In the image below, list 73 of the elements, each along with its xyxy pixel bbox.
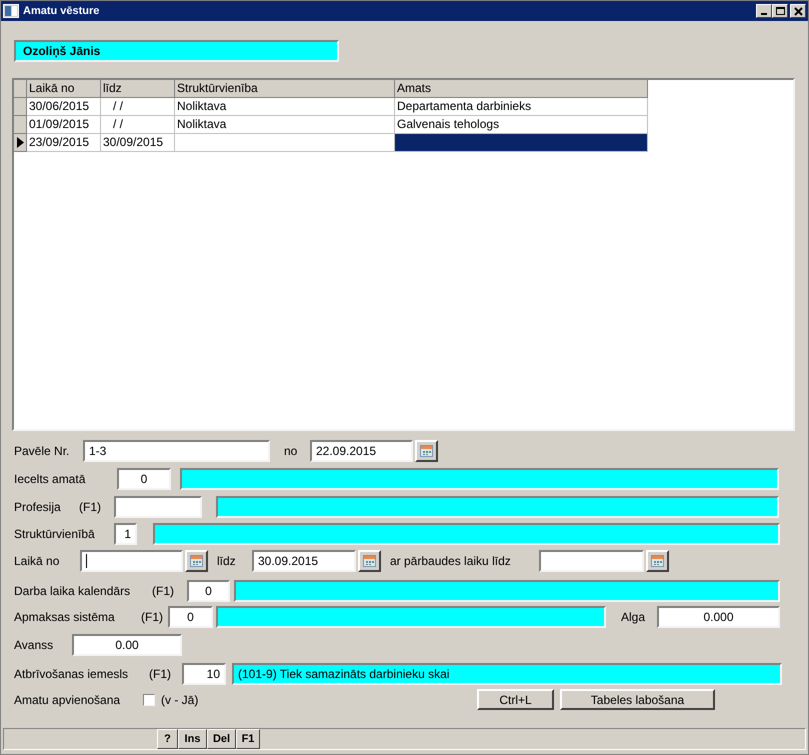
close-button[interactable] [790,4,806,18]
calendar-icon [420,444,433,456]
action-button[interactable]: Tabeles labošana [560,689,715,710]
minimize-button[interactable] [756,4,772,18]
maximize-button[interactable] [772,4,788,18]
advance-field[interactable]: 0.00 [72,634,182,656]
field-label: Alga [621,610,646,624]
field-label: Struktūrvienībā [14,526,96,540]
shortcut-hint: (F1) [79,498,102,516]
table-cell: Departamenta darbinieks [395,98,648,116]
calendar-icon [190,554,203,566]
calendar-button[interactable] [185,550,208,572]
code-field[interactable]: 1 [114,522,137,544]
field-label: Laikā no [14,554,60,568]
field-label: ar pārbaudes laiku līdz [390,554,512,568]
column-header[interactable]: Struktūrvienība [175,80,395,98]
salary-field[interactable]: 0.000 [657,606,780,628]
field-label: Iecelts amatā [14,472,86,486]
key-button[interactable]: ? [157,729,178,749]
description-field: (101-9) Tiek samazināts darbinieku skai [232,662,782,684]
shortcut-hint: (F1) [141,608,164,626]
table-cell: Galvenais tehologs [395,116,648,134]
calendar-icon [363,554,376,566]
code-field[interactable] [114,496,202,518]
table-cell: Noliktava [175,116,395,134]
calendar-button[interactable] [646,550,669,572]
order-number-field[interactable]: 1-3 [83,440,270,462]
calendar-button[interactable] [415,440,438,462]
text-cursor [86,554,87,568]
field-label: Pavēle Nr. [14,444,70,458]
code-field[interactable]: 0 [187,580,230,602]
table-cell: 23/09/2015 [27,134,101,152]
code-field[interactable]: 10 [182,662,226,684]
field-label: Profesija [14,500,62,514]
calendar-icon [651,554,664,566]
employee-name-field: Ozoliņš Jānis [14,40,339,62]
table-cell: / / [101,116,175,134]
column-header[interactable]: līdz [101,80,175,98]
field-label: Atbrīvošanas iemesls [14,666,130,680]
key-button[interactable]: Ins [178,729,207,749]
code-field[interactable]: 0 [117,468,171,490]
field-label: no [284,444,298,458]
date-field[interactable]: 22.09.2015 [310,440,413,462]
field-label: Darba laika kalendārs [14,584,132,598]
shortcut-hint: (F1) [152,582,175,600]
key-button[interactable]: F1 [236,729,260,749]
window-title: Amatu vēsture [23,4,100,19]
field-label: Avanss [14,638,54,652]
column-header[interactable]: Amats [395,80,648,98]
field-label: līdz [217,554,237,568]
key-button[interactable]: Del [207,729,236,749]
date-field[interactable]: 30.09.2015 [252,550,356,572]
table-cell: / / [101,98,175,116]
field-label: Amatu apvienošana [14,692,122,706]
date-field[interactable] [80,550,183,572]
shortcut-hint: (F1) [149,666,172,682]
table-cell: 30/09/2015 [101,134,175,152]
shortcut-hint: (v - Jā) [161,692,200,708]
current-row-icon [16,137,24,148]
close-icon [792,6,804,16]
date-field[interactable] [539,550,644,572]
table-cell: Noliktava [175,98,395,116]
code-field[interactable]: 0 [168,606,213,628]
checkbox[interactable] [143,694,155,706]
table-cell: 30/06/2015 [27,98,101,116]
column-header[interactable]: Laikā no [27,80,101,98]
minimize-icon [761,13,767,15]
action-button[interactable]: Ctrl+L [477,689,554,710]
window-icon [3,4,19,18]
field-label: Apmaksas sistēma [14,610,116,624]
table-cell: 01/09/2015 [27,116,101,134]
maximize-icon [774,6,786,16]
calendar-button[interactable] [358,550,381,572]
